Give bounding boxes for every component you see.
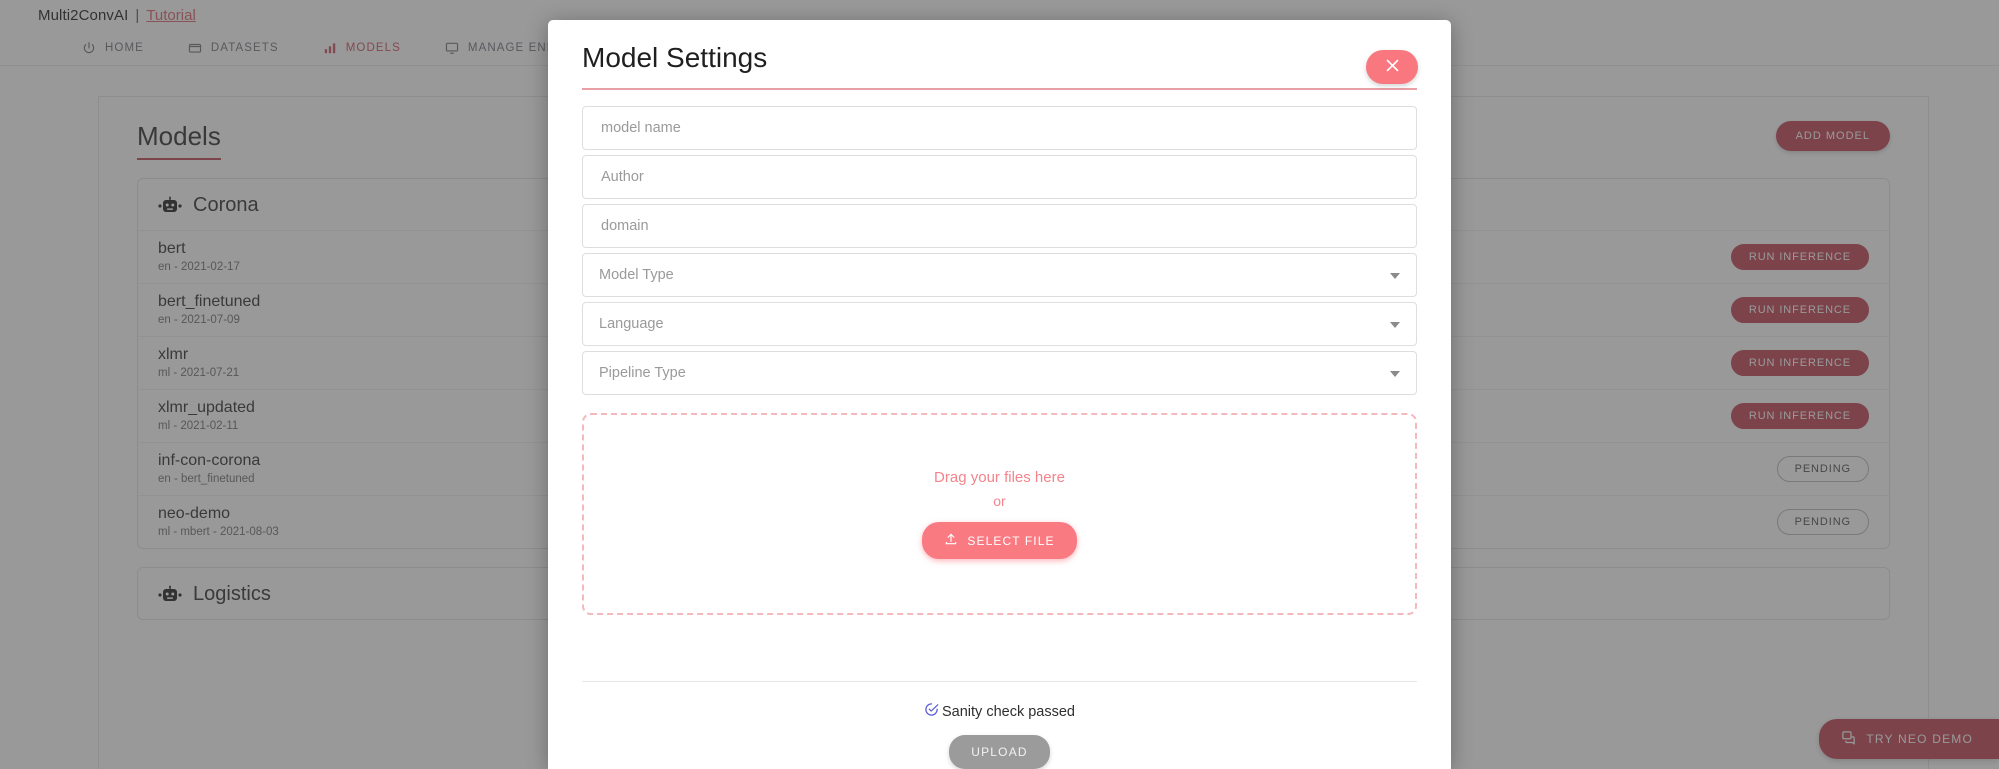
dialog-title: Model Settings <box>582 42 768 73</box>
chevron-down-icon <box>1390 371 1400 377</box>
sanity-check-label: Sanity check passed <box>942 703 1075 720</box>
select-file-label: SELECT FILE <box>967 533 1055 548</box>
chevron-down-icon <box>1390 273 1400 279</box>
dialog-body: Model Type Language Pipeline Type Drag y… <box>548 90 1451 653</box>
language-label: Language <box>599 316 664 332</box>
model-type-label: Model Type <box>599 267 674 283</box>
dialog-footer: Sanity check passed UPLOAD <box>548 681 1451 769</box>
model-name-input[interactable] <box>599 119 1400 137</box>
footer-divider <box>582 681 1417 682</box>
upload-icon <box>944 532 958 549</box>
author-field[interactable] <box>582 155 1417 199</box>
author-input[interactable] <box>599 168 1400 186</box>
select-file-button[interactable]: SELECT FILE <box>922 522 1077 559</box>
dropzone-instruction: Drag your files here <box>934 469 1065 486</box>
pipeline-type-select[interactable]: Pipeline Type <box>582 351 1417 395</box>
model-name-field[interactable] <box>582 106 1417 150</box>
domain-input[interactable] <box>599 217 1400 235</box>
title-underline <box>582 88 1417 90</box>
check-circle-icon <box>924 702 939 721</box>
model-settings-dialog: Model Settings Model Type Language <box>548 20 1451 769</box>
pipeline-type-label: Pipeline Type <box>599 365 686 381</box>
chevron-down-icon <box>1390 322 1400 328</box>
close-icon <box>1384 57 1401 77</box>
file-dropzone[interactable]: Drag your files here or SELECT FILE <box>582 413 1417 615</box>
close-button[interactable] <box>1366 50 1418 84</box>
domain-field[interactable] <box>582 204 1417 248</box>
model-type-select[interactable]: Model Type <box>582 253 1417 297</box>
sanity-check-status: Sanity check passed <box>582 702 1417 721</box>
dialog-header: Model Settings <box>548 20 1451 90</box>
language-select[interactable]: Language <box>582 302 1417 346</box>
dropzone-or: or <box>993 493 1006 509</box>
upload-button[interactable]: UPLOAD <box>949 735 1050 769</box>
